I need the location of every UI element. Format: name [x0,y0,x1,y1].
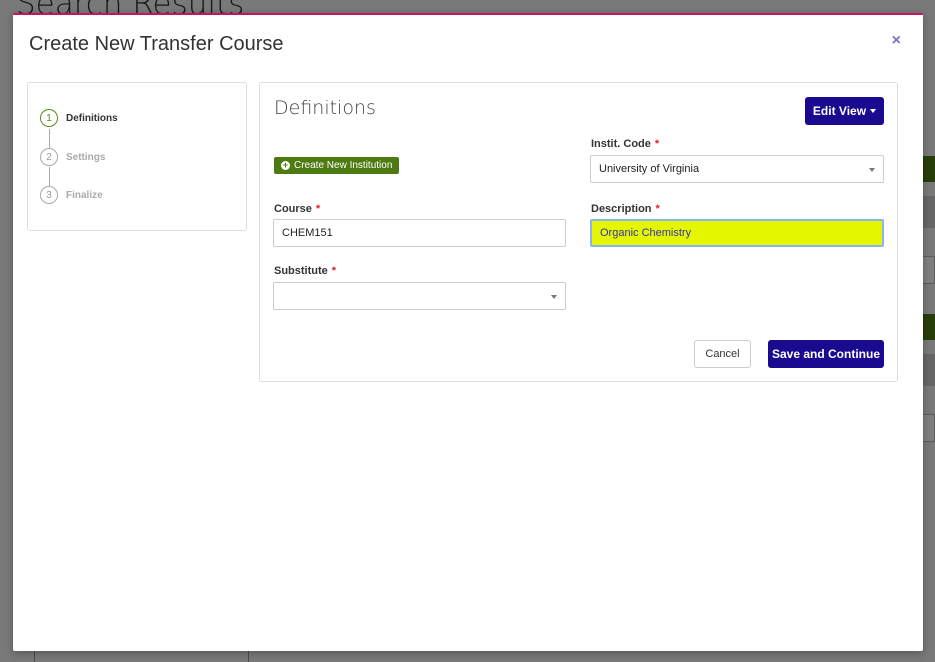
instit-code-label-text: Instit. Code [591,138,651,150]
close-icon[interactable]: × [892,32,901,50]
description-value: Organic Chemistry [600,227,692,239]
cancel-button[interactable]: Cancel [694,340,751,368]
step-label: Definitions [66,112,118,124]
step-label: Finalize [66,189,103,201]
step-number: 2 [40,148,58,166]
description-label: Description * [591,203,660,215]
step-settings[interactable]: 2 Settings [40,148,105,166]
step-finalize[interactable]: 3 Finalize [40,186,103,204]
modal-title: Create New Transfer Course [29,33,284,55]
plus-circle-icon: + [281,160,290,170]
edit-view-button[interactable]: Edit View [805,97,884,125]
course-label: Course * [274,203,320,215]
step-number: 1 [40,109,58,127]
course-input[interactable]: CHEM151 [273,219,566,247]
panel-title: Definitions [274,97,376,119]
save-and-continue-button[interactable]: Save and Continue [768,340,884,368]
course-label-text: Course [274,203,312,215]
substitute-label-text: Substitute [274,265,328,277]
chevron-down-icon [551,295,557,299]
substitute-select[interactable] [273,282,566,310]
description-label-text: Description [591,203,652,215]
required-marker: * [654,138,660,150]
course-value: CHEM151 [282,227,333,239]
create-transfer-course-modal: Create New Transfer Course × 1 Definitio… [13,13,923,651]
create-new-institution-label: Create New Institution [294,160,393,171]
chevron-down-icon [869,168,875,172]
caret-down-icon [870,109,877,113]
substitute-label: Substitute * [274,265,336,277]
description-input[interactable]: Organic Chemistry [590,219,884,247]
step-number: 3 [40,186,58,204]
instit-code-label: Instit. Code * [591,138,659,150]
definitions-panel: Definitions Edit View + Create New Insti… [259,82,898,382]
edit-view-label: Edit View [812,104,867,118]
instit-code-select[interactable]: University of Virginia [590,155,884,183]
wizard-stepper: 1 Definitions 2 Settings 3 Finalize [27,82,247,231]
step-definitions[interactable]: 1 Definitions [40,109,118,127]
step-connector [49,167,50,187]
required-marker: * [655,203,660,215]
create-new-institution-button[interactable]: + Create New Institution [274,157,400,174]
required-marker: * [331,265,337,277]
instit-code-value: University of Virginia [599,163,700,175]
step-connector [49,129,50,149]
required-marker: * [315,203,321,215]
step-label: Settings [66,151,106,163]
